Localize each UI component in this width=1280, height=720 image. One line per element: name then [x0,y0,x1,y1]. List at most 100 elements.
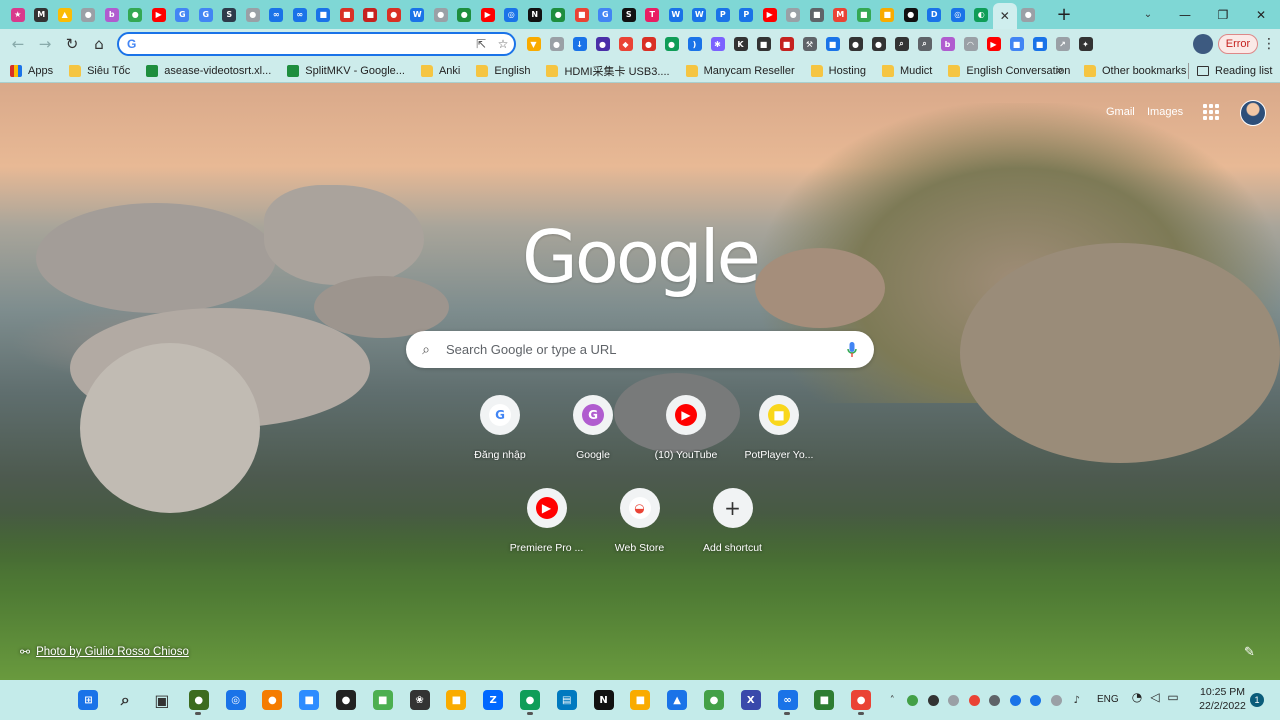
customize-pencil-icon[interactable]: ✎ [1244,645,1262,663]
bookmark-item[interactable]: English Conversation [948,64,1070,77]
tab[interactable]: ∞ [288,4,312,26]
tab[interactable]: ★ [6,4,30,26]
tab[interactable]: ◎ [946,4,970,26]
tab[interactable]: ● [1017,4,1041,26]
taskbar-button[interactable]: Z [475,684,512,716]
shortcut-tile[interactable]: ■ PotPlayer Yo... [734,395,824,461]
bookmark-item[interactable]: English [476,64,530,77]
extension-button[interactable]: b [936,33,959,55]
microphone-icon[interactable]: ♪ [1067,690,1088,710]
shortcut-tile[interactable]: + Add shortcut [688,488,778,554]
extension-button[interactable]: ● [545,33,568,55]
tray-icon[interactable] [985,690,1006,710]
ntp-search-box[interactable]: ⌕ Search Google or type a URL [406,331,874,368]
tab[interactable]: P [735,4,759,26]
tab[interactable]: G [194,4,218,26]
bookmark-item[interactable]: Apps [10,64,53,77]
tab[interactable]: T [641,4,665,26]
shortcut-tile[interactable]: ▶ Premiere Pro ... [502,488,592,554]
taskbar-button[interactable]: ⌕ [107,684,144,716]
extension-button[interactable]: ▼ [522,33,545,55]
quick-settings[interactable]: ◔ ◁ ▭ [1128,690,1182,704]
active-tab[interactable]: ✕ [993,3,1017,29]
bookmark-star-icon[interactable]: ☆ [492,37,514,51]
extension-button[interactable]: ■ [752,33,775,55]
tab[interactable]: ● [77,4,101,26]
shortcut-tile[interactable]: G Đăng nhập [455,395,545,461]
extension-button[interactable]: ✱ [706,33,729,55]
extension-button[interactable]: ■ [1028,33,1051,55]
gmail-link[interactable]: Gmail [1106,106,1135,118]
tab[interactable]: ■ [312,4,336,26]
taskbar-button[interactable]: ■ [438,684,475,716]
shortcut-tile[interactable]: ◒ Web Store [595,488,685,554]
microphone-icon[interactable] [830,341,874,358]
tab[interactable]: ● [547,4,571,26]
tab[interactable]: N [523,4,547,26]
extension-button[interactable]: ● [660,33,683,55]
bookmark-item[interactable]: asease-videotosrt.xl... [146,64,271,77]
tab[interactable]: ∞ [265,4,289,26]
chevron-up-icon[interactable]: ˄ [882,690,903,710]
tab[interactable]: ■ [359,4,383,26]
forward-button[interactable]: → [32,31,58,57]
bookmark-item[interactable]: Siêu Tốc [69,64,130,77]
profile-error-button[interactable]: Error [1218,34,1258,54]
bookmarks-overflow-icon[interactable]: » [1056,63,1063,77]
tab[interactable]: ● [899,4,923,26]
home-button[interactable]: ⌂ [86,31,112,57]
tab[interactable]: b [100,4,124,26]
extension-button[interactable]: ✦ [1074,33,1097,55]
bookmark-item[interactable]: Manycam Reseller [685,64,795,77]
tab[interactable]: M [829,4,853,26]
tab[interactable]: ■ [876,4,900,26]
language-indicator[interactable]: ENG [1097,694,1119,705]
extension-button[interactable]: ● [867,33,890,55]
tab[interactable]: ◐ [970,4,994,26]
taskbar-button[interactable]: ❀ [401,684,438,716]
tab[interactable]: ▶ [758,4,782,26]
taskbar-button[interactable]: ▲ [659,684,696,716]
tab[interactable]: ■ [805,4,829,26]
address-input[interactable] [144,37,470,51]
taskbar-button[interactable]: ∞ [769,684,806,716]
tray-icon[interactable] [944,690,965,710]
taskbar-button[interactable]: ▤ [548,684,585,716]
photo-credit-link[interactable]: ⚯ Photo by Giulio Rosso Chioso [20,645,189,659]
tab[interactable]: W [406,4,430,26]
taskbar-button[interactable]: X [732,684,769,716]
tab[interactable]: ■ [852,4,876,26]
tab[interactable]: G [171,4,195,26]
close-window-button[interactable]: ✕ [1242,0,1280,29]
taskbar-button[interactable]: ◎ [217,684,254,716]
back-button[interactable]: ← [5,31,31,57]
extension-button[interactable]: ↗ [1051,33,1074,55]
taskbar-button[interactable]: ■ [364,684,401,716]
new-tab-button[interactable]: + [1052,3,1076,27]
taskbar-button[interactable]: ■ [806,684,843,716]
extension-button[interactable]: ● [844,33,867,55]
bookmark-item[interactable]: Mudict [881,64,932,77]
tray-icon[interactable] [964,690,985,710]
extension-button[interactable]: ) [683,33,706,55]
profile-avatar[interactable] [1193,34,1213,54]
bluetooth-icon[interactable] [1026,690,1047,710]
tab[interactable]: W [664,4,688,26]
bookmark-item[interactable]: SplitMKV - Google... [287,64,405,77]
tab[interactable]: ● [429,4,453,26]
tab[interactable]: ● [382,4,406,26]
taskbar-button[interactable]: ▣ [144,684,181,716]
shortcut-tile[interactable]: ▶ (10) YouTube [641,395,731,461]
extension-button[interactable]: ▶ [982,33,1005,55]
chrome-menu-icon[interactable]: ⋮ [1262,34,1276,54]
tab[interactable]: ● [241,4,265,26]
tab[interactable]: D [923,4,947,26]
tab[interactable]: G [594,4,618,26]
tray-icon[interactable] [1046,690,1067,710]
tab[interactable]: ■ [335,4,359,26]
taskbar-button[interactable]: ● [512,684,549,716]
extension-button[interactable]: ↓ [568,33,591,55]
account-avatar[interactable] [1240,100,1266,126]
extension-button[interactable]: ● [591,33,614,55]
bookmark-item[interactable]: Anki [420,64,460,77]
